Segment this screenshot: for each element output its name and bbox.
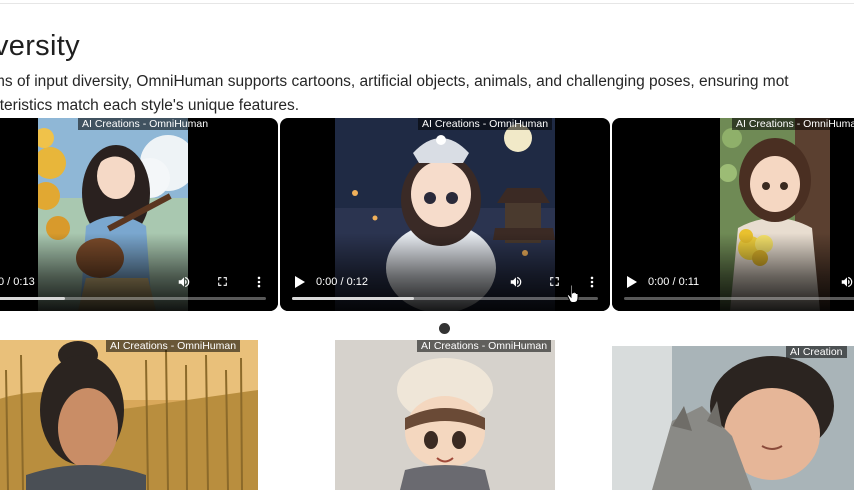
video-thumbnail-chibi-boy [335, 340, 555, 490]
progress-fill [292, 297, 415, 300]
time-display: 0:00 / 0:11 [648, 276, 700, 288]
progress-track[interactable] [0, 297, 266, 300]
description-line-2: cteristics match each style's unique fea… [0, 97, 300, 114]
progress-fill [0, 297, 65, 300]
video-player-warrior[interactable]: AI Creations - OmniHuman [0, 340, 258, 490]
progress-track[interactable] [624, 297, 854, 300]
video-controls: 0:00 / 0:12 [280, 251, 610, 311]
section-description: ms of input diversity, OmniHuman support… [0, 70, 854, 118]
video-controls: 0:00 / 0:11 [612, 251, 854, 311]
video-player-flower-girl[interactable]: AI Creations - OmniHuman 0:00 / 0:11 [612, 118, 854, 311]
video-player-guitar-girl[interactable]: AI Creations - OmniHuman 0 / 0:13 [0, 118, 278, 311]
video-controls: 0 / 0:13 [0, 251, 278, 311]
more-vert-icon[interactable] [256, 275, 262, 289]
hand-pointer-icon [566, 284, 579, 303]
fullscreen-icon[interactable] [216, 275, 229, 288]
watermark: AI Creations - OmniHuman [78, 118, 213, 130]
volume-icon[interactable] [509, 275, 523, 289]
play-icon[interactable] [626, 275, 638, 289]
volume-icon[interactable] [177, 275, 191, 289]
watermark: AI Creations - OmniHuman [732, 118, 854, 130]
carousel-dot[interactable] [439, 323, 450, 334]
top-divider [0, 0, 854, 4]
video-player-princess[interactable]: AI Creations - OmniHuman 0:00 / 0:12 [280, 118, 610, 311]
watermark-partial: AI Creation [786, 346, 847, 358]
watermark: AI Creations - OmniHuman [418, 118, 553, 130]
volume-icon[interactable] [840, 275, 854, 289]
progress-track[interactable] [292, 297, 598, 300]
video-thumbnail-warrior [0, 340, 258, 490]
time-display: 0:00 / 0:12 [316, 276, 368, 288]
video-player-chibi-boy[interactable]: AI Creations - OmniHuman [335, 340, 555, 490]
description-line-1: ms of input diversity, OmniHuman support… [0, 73, 789, 90]
watermark: AI Creations - OmniHuman [106, 340, 241, 352]
video-thumbnail-cat-girl [612, 346, 854, 490]
time-display: 0 / 0:13 [0, 276, 35, 288]
section-title: versity [0, 30, 80, 62]
more-vert-icon[interactable] [589, 275, 595, 289]
watermark: AI Creations - OmniHuman [417, 340, 552, 352]
fullscreen-icon[interactable] [548, 275, 561, 288]
play-icon[interactable] [294, 275, 306, 289]
video-player-cat-girl[interactable]: AI Creation [612, 346, 854, 490]
